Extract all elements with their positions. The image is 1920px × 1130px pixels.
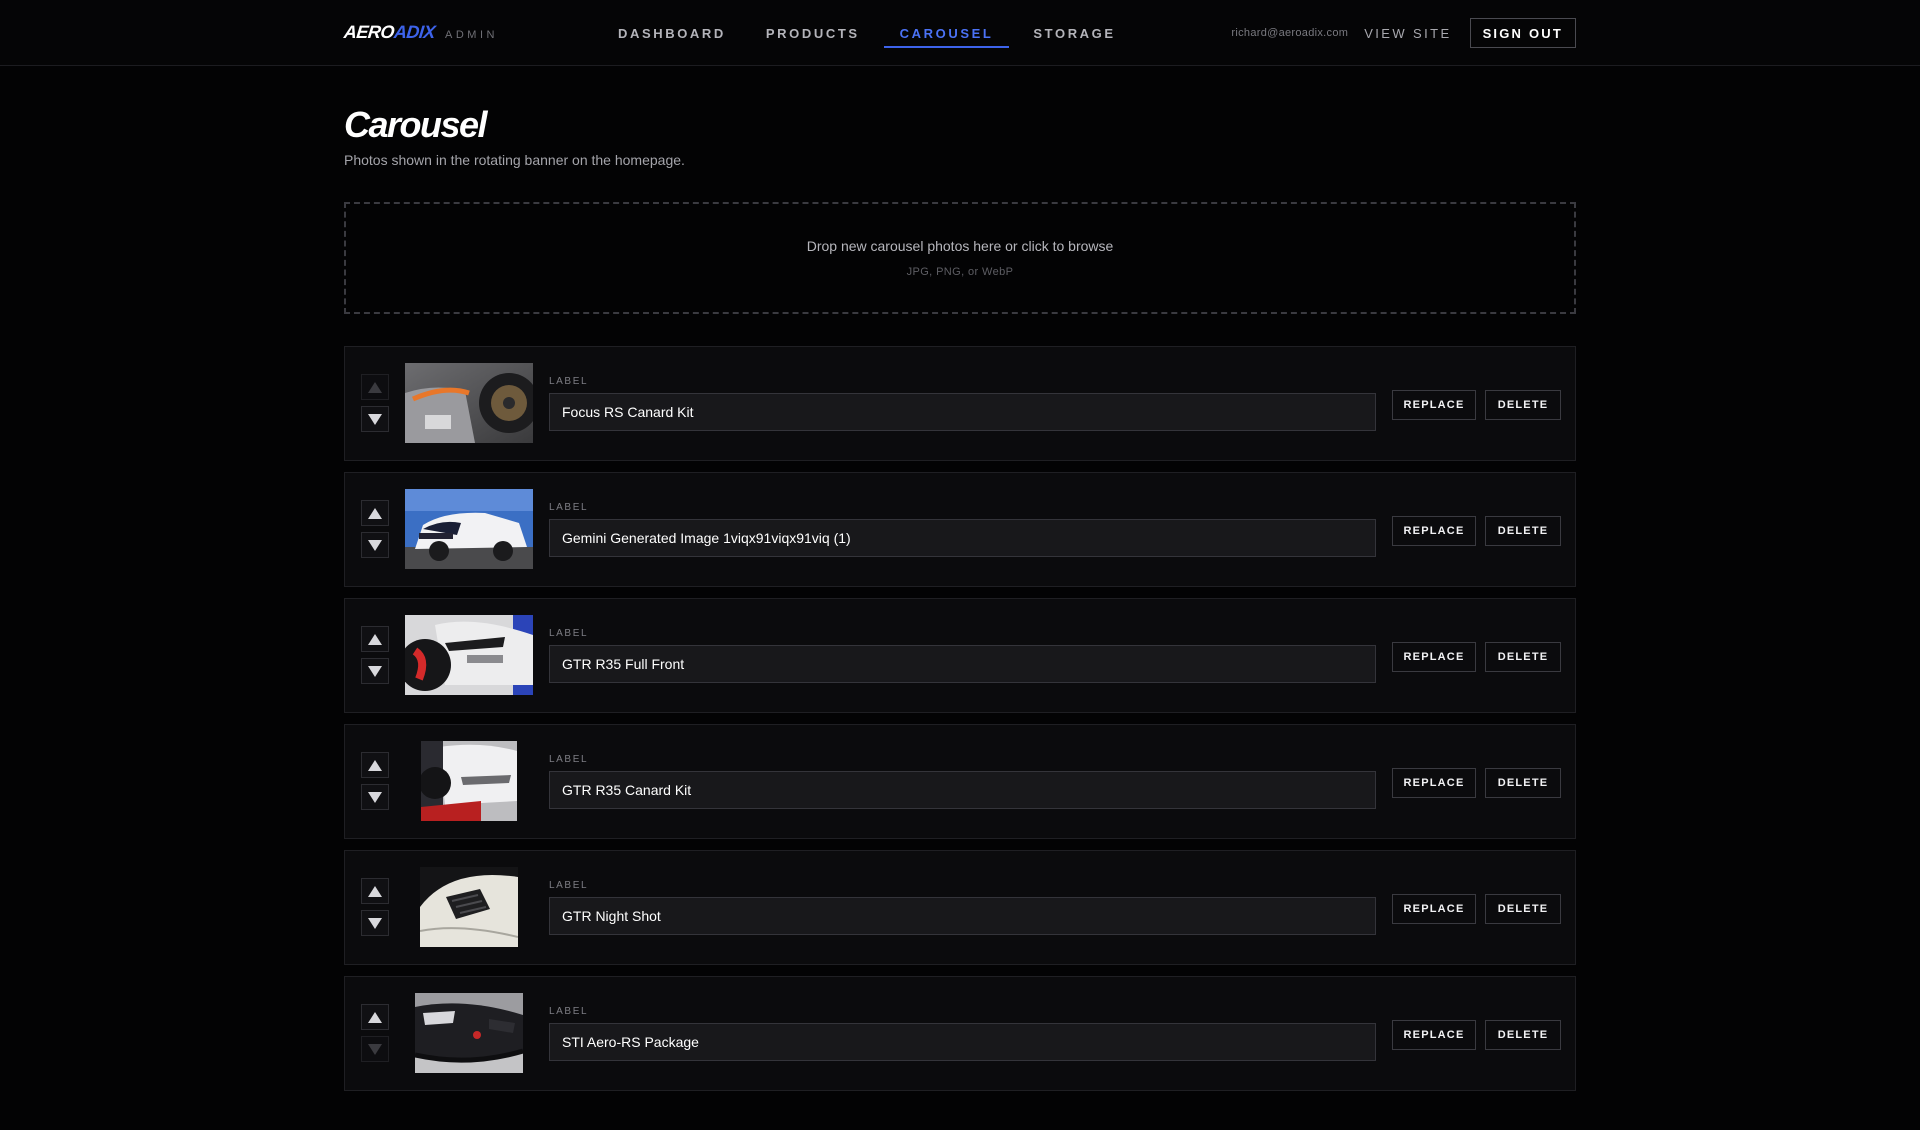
- field-label: LABEL: [549, 628, 589, 639]
- carousel-list: LABEL REPLACE DELETE LABEL REPLACE DELET…: [344, 346, 1576, 1102]
- field-label: LABEL: [549, 502, 589, 513]
- admin-tag: ADMIN: [445, 29, 498, 41]
- arrow-up-icon: [368, 759, 382, 771]
- move-up-button[interactable]: [361, 1004, 389, 1030]
- replace-button[interactable]: REPLACE: [1392, 1020, 1476, 1050]
- arrow-up-icon: [368, 507, 382, 519]
- view-site-link[interactable]: VIEW SITE: [1364, 26, 1451, 41]
- car-photo-thumbnail: [421, 741, 517, 821]
- move-down-button[interactable]: [361, 658, 389, 684]
- move-up-button[interactable]: [361, 878, 389, 904]
- sign-out-button[interactable]: SIGN OUT: [1469, 18, 1576, 48]
- arrow-up-icon: [368, 1011, 382, 1023]
- user-email: richard@aeroadix.com: [1231, 27, 1349, 39]
- arrow-up-icon: [368, 381, 382, 393]
- move-down-button[interactable]: [361, 406, 389, 432]
- nav-carousel[interactable]: CAROUSEL: [883, 0, 1010, 66]
- nav-products[interactable]: PRODUCTS: [750, 0, 876, 66]
- arrow-down-icon: [368, 539, 382, 551]
- arrow-down-icon: [368, 665, 382, 677]
- arrow-down-icon: [368, 917, 382, 929]
- move-up-button[interactable]: [361, 752, 389, 778]
- aeroadix-logo[interactable]: AEROADIX: [343, 22, 436, 43]
- brand[interactable]: AEROADIX ADMIN: [343, 22, 498, 43]
- thumbnail: [405, 615, 533, 695]
- nav-storage[interactable]: STORAGE: [1017, 0, 1131, 66]
- car-photo-thumbnail: [405, 363, 533, 443]
- move-down-button[interactable]: [361, 532, 389, 558]
- label-input[interactable]: [549, 771, 1376, 809]
- arrow-up-icon: [368, 633, 382, 645]
- carousel-item: LABEL REPLACE DELETE: [344, 724, 1576, 839]
- dropzone-text: Drop new carousel photos here or click t…: [806, 238, 1114, 254]
- photo-dropzone[interactable]: Drop new carousel photos here or click t…: [344, 202, 1576, 314]
- arrow-down-icon: [368, 413, 382, 425]
- header-account: richard@aeroadix.com VIEW SITE SIGN OUT: [1231, 18, 1576, 48]
- arrow-down-icon: [368, 1043, 382, 1055]
- delete-button[interactable]: DELETE: [1485, 768, 1561, 798]
- dropzone-formats: JPG, PNG, or WebP: [906, 266, 1014, 278]
- main-nav: DASHBOARD PRODUCTS CAROUSEL STORAGE: [602, 0, 1140, 66]
- label-input[interactable]: [549, 645, 1376, 683]
- arrow-down-icon: [368, 791, 382, 803]
- delete-button[interactable]: DELETE: [1485, 516, 1561, 546]
- arrow-up-icon: [368, 885, 382, 897]
- nav-dashboard[interactable]: DASHBOARD: [602, 0, 742, 66]
- carousel-item: LABEL REPLACE DELETE: [344, 598, 1576, 713]
- thumbnail: [405, 867, 533, 947]
- car-photo-thumbnail: [415, 993, 523, 1073]
- move-down-button[interactable]: [361, 910, 389, 936]
- replace-button[interactable]: REPLACE: [1392, 516, 1476, 546]
- replace-button[interactable]: REPLACE: [1392, 390, 1476, 420]
- label-input[interactable]: [549, 393, 1376, 431]
- carousel-item: LABEL REPLACE DELETE: [344, 850, 1576, 965]
- page-subtitle: Photos shown in the rotating banner on t…: [344, 152, 685, 168]
- label-input[interactable]: [549, 897, 1376, 935]
- replace-button[interactable]: REPLACE: [1392, 642, 1476, 672]
- thumbnail: [405, 741, 533, 821]
- label-input[interactable]: [549, 519, 1376, 557]
- move-up-button[interactable]: [361, 500, 389, 526]
- thumbnail: [405, 363, 533, 443]
- delete-button[interactable]: DELETE: [1485, 1020, 1561, 1050]
- field-label: LABEL: [549, 880, 589, 891]
- carousel-item: LABEL REPLACE DELETE: [344, 472, 1576, 587]
- field-label: LABEL: [549, 376, 589, 387]
- move-up-button[interactable]: [361, 626, 389, 652]
- car-photo-thumbnail: [420, 867, 518, 947]
- thumbnail: [405, 993, 533, 1073]
- page-title: Carousel: [344, 104, 488, 145]
- move-down-button[interactable]: [361, 784, 389, 810]
- carousel-item: LABEL REPLACE DELETE: [344, 346, 1576, 461]
- field-label: LABEL: [549, 1006, 589, 1017]
- delete-button[interactable]: DELETE: [1485, 894, 1561, 924]
- replace-button[interactable]: REPLACE: [1392, 768, 1476, 798]
- delete-button[interactable]: DELETE: [1485, 642, 1561, 672]
- replace-button[interactable]: REPLACE: [1392, 894, 1476, 924]
- field-label: LABEL: [549, 754, 589, 765]
- top-nav-bar: AEROADIX ADMIN DASHBOARD PRODUCTS CAROUS…: [0, 0, 1920, 66]
- move-up-button[interactable]: [361, 374, 389, 400]
- move-down-button[interactable]: [361, 1036, 389, 1062]
- label-input[interactable]: [549, 1023, 1376, 1061]
- delete-button[interactable]: DELETE: [1485, 390, 1561, 420]
- car-photo-thumbnail: [405, 615, 533, 695]
- car-photo-thumbnail: [405, 489, 533, 569]
- carousel-item: LABEL REPLACE DELETE: [344, 976, 1576, 1091]
- thumbnail: [405, 489, 533, 569]
